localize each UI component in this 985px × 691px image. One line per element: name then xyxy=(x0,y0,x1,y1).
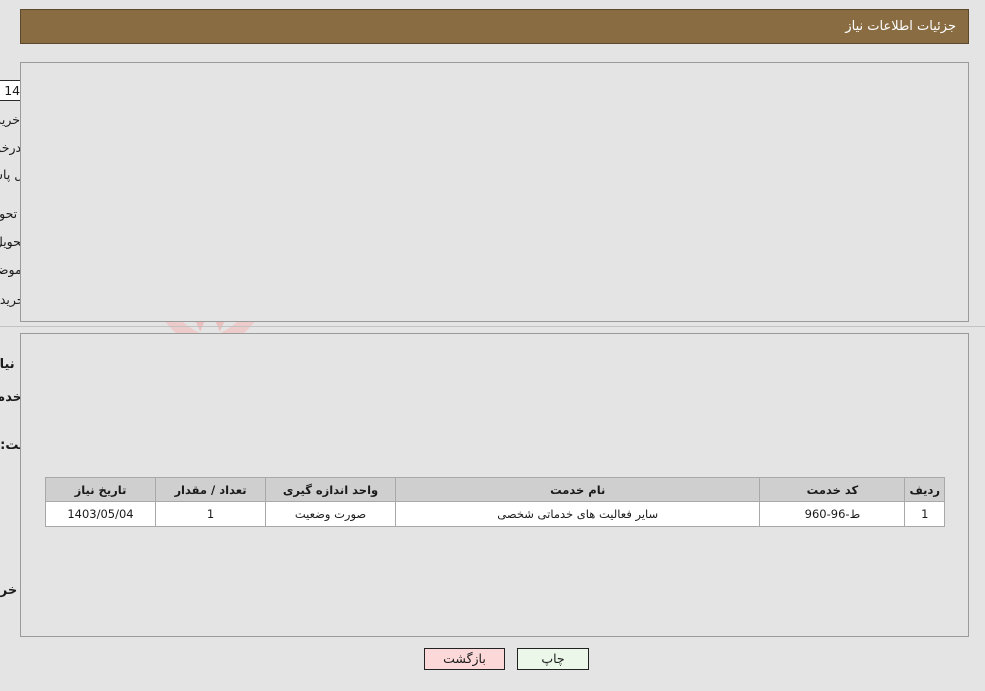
cell-quantity: 1 xyxy=(155,501,266,527)
table-col-name: نام خدمت xyxy=(394,477,761,502)
table-header-row: ردیف کد خدمت نام خدمت واحد اندازه گیری ت… xyxy=(45,477,945,502)
cell-name: سایر فعالیت های خدماتی شخصی xyxy=(394,501,761,527)
back-button[interactable]: بازگشت xyxy=(424,648,505,670)
window-title-bar: جزئیات اطلاعات نیاز xyxy=(20,9,969,44)
table-col-unit: واحد اندازه گیری xyxy=(265,477,396,502)
services-table: ردیف کد خدمت نام خدمت واحد اندازه گیری ت… xyxy=(45,477,945,527)
need-summary-panel xyxy=(20,62,969,322)
panel-divider xyxy=(0,326,985,327)
cell-row: 1 xyxy=(904,501,945,527)
table-col-row: ردیف xyxy=(904,477,945,502)
table-row: 1 ط-96-960 سایر فعالیت های خدماتی شخصی ص… xyxy=(45,501,945,527)
cell-need-date: 1403/05/04 xyxy=(45,501,156,527)
cell-code: ط-96-960 xyxy=(759,501,906,527)
print-button[interactable]: چاپ xyxy=(517,648,589,670)
cell-unit: صورت وضعیت xyxy=(265,501,396,527)
table-col-code: کد خدمت xyxy=(759,477,906,502)
page-title: جزئیات اطلاعات نیاز xyxy=(845,19,956,34)
table-col-need-date: تاریخ نیاز xyxy=(45,477,156,502)
page-root: AriaTender.net جزئیات اطلاعات نیاز شماره… xyxy=(0,0,985,691)
table-col-quantity: تعداد / مقدار xyxy=(155,477,266,502)
